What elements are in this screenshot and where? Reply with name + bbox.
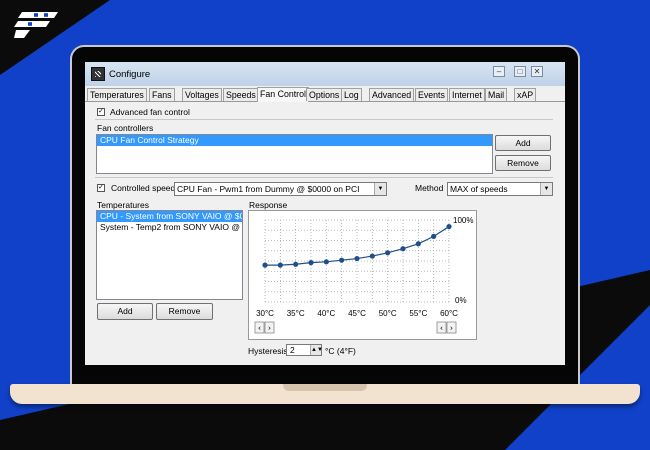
- chevron-right-icon: ›: [268, 324, 271, 333]
- window-title: Configure: [109, 69, 151, 80]
- response-curve-point: [354, 255, 360, 262]
- chevron-right-icon: ›: [450, 324, 453, 333]
- close-icon[interactable]: ✕: [531, 66, 543, 77]
- controlled-speed-checkbox[interactable]: ✓: [97, 184, 105, 192]
- response-curve-point: [293, 261, 299, 267]
- response-curve-point: [339, 257, 345, 263]
- response-curve-point: [385, 250, 391, 256]
- hysteresis-input[interactable]: 2 ▲▼: [286, 344, 323, 356]
- tab-bar: Temperatures Fans Voltages Speeds Fan Co…: [85, 87, 565, 102]
- tab-xap[interactable]: xAP: [514, 88, 537, 101]
- hysteresis-unit: °C (4°F): [325, 346, 356, 356]
- tab-advanced[interactable]: Advanced: [369, 88, 415, 101]
- fan-controllers-list[interactable]: CPU Fan Control Strategy: [96, 134, 493, 174]
- y-tick-label: 0%: [455, 296, 467, 305]
- tab-temperatures[interactable]: Temperatures: [87, 88, 147, 101]
- tab-fan-control[interactable]: Fan Control: [257, 87, 309, 102]
- app-grid-icon: [91, 67, 105, 81]
- method-label: Method: [415, 183, 444, 193]
- response-curve-point: [308, 260, 314, 266]
- method-value: MAX of speeds: [450, 184, 508, 194]
- tab-events[interactable]: Events: [415, 88, 448, 101]
- controlled-speed-label: Controlled speed: [111, 183, 176, 193]
- list-item[interactable]: System - Temp2 from SONY VAIO @ $0: [97, 222, 242, 233]
- method-select[interactable]: MAX of speeds ▼: [447, 182, 553, 196]
- x-tick-label: 50°C: [379, 309, 397, 318]
- tab-log[interactable]: Log: [341, 88, 362, 101]
- spinner-arrows-icon[interactable]: ▲▼: [310, 345, 323, 355]
- tab-mail[interactable]: Mail: [485, 88, 508, 101]
- response-curve-point: [323, 259, 329, 265]
- group-divider: [95, 119, 553, 120]
- x-tick-label: 55°C: [409, 309, 427, 318]
- laptop-notch: [283, 384, 367, 391]
- list-item[interactable]: CPU Fan Control Strategy: [97, 135, 492, 146]
- fan-controller-remove-button[interactable]: Remove: [495, 155, 551, 171]
- fan-controller-add-button[interactable]: Add: [495, 135, 551, 151]
- chevron-left-icon: ‹: [258, 324, 261, 333]
- x-tick-label: 35°C: [287, 309, 305, 318]
- temperature-remove-button[interactable]: Remove: [156, 303, 213, 320]
- fan-controllers-label: Fan controllers: [97, 123, 154, 133]
- hysteresis-label: Hysteresis: [248, 346, 288, 356]
- list-item[interactable]: CPU - System from SONY VAIO @ $000: [97, 211, 242, 222]
- x-tick-label: 60°C: [440, 309, 458, 318]
- response-curve-point: [369, 253, 375, 259]
- brand-logo-icon: [14, 12, 58, 38]
- temperature-add-button[interactable]: Add: [97, 303, 153, 320]
- tab-voltages[interactable]: Voltages: [182, 88, 222, 101]
- hysteresis-value: 2: [290, 345, 295, 355]
- configure-window: Configure – □ ✕ Temperatures Fans Voltag…: [85, 62, 565, 365]
- response-curve-point: [446, 223, 452, 230]
- response-curve-point: [415, 241, 421, 247]
- temperatures-label: Temperatures: [97, 200, 149, 210]
- window-titlebar: Configure – □ ✕: [85, 62, 565, 86]
- controlled-speed-value: CPU Fan - Pwm1 from Dummy @ $0000 on PCI: [177, 184, 360, 194]
- x-tick-label: 30°C: [256, 309, 274, 318]
- y-tick-label: 100%: [453, 216, 473, 225]
- minimize-icon[interactable]: –: [493, 66, 505, 77]
- tab-fans[interactable]: Fans: [149, 88, 175, 101]
- maximize-icon[interactable]: □: [514, 66, 526, 77]
- group-divider: [95, 177, 553, 178]
- advanced-fan-control-label: Advanced fan control: [110, 107, 190, 117]
- response-curve-point: [277, 262, 283, 268]
- response-curve-point: [400, 246, 406, 252]
- chevron-down-icon[interactable]: ▼: [540, 183, 552, 195]
- advanced-fan-control-checkbox[interactable]: ✓: [97, 108, 105, 116]
- response-label: Response: [249, 200, 288, 210]
- response-chart[interactable]: 100% 0% 30°C 35°C 40°C 45°C 50°C 55°C 60°C ‹ › ‹ ›: [249, 211, 476, 339]
- x-tick-label: 45°C: [348, 309, 366, 318]
- chevron-down-icon[interactable]: ▼: [374, 183, 386, 195]
- response-curve-point: [431, 233, 437, 239]
- response-curve-point: [262, 262, 268, 268]
- tab-speeds[interactable]: Speeds: [223, 88, 259, 101]
- x-tick-label: 40°C: [317, 309, 335, 318]
- temperatures-list[interactable]: CPU - System from SONY VAIO @ $000 Syste…: [96, 210, 243, 300]
- chevron-left-icon: ‹: [440, 324, 443, 333]
- response-chart-panel: 100% 0% 30°C 35°C 40°C 45°C 50°C 55°C 60°C ‹ › ‹ ›: [248, 210, 477, 340]
- controlled-speed-select[interactable]: CPU Fan - Pwm1 from Dummy @ $0000 on PCI…: [174, 182, 387, 196]
- tab-internet[interactable]: Internet: [449, 88, 485, 101]
- tab-options[interactable]: Options: [306, 88, 343, 101]
